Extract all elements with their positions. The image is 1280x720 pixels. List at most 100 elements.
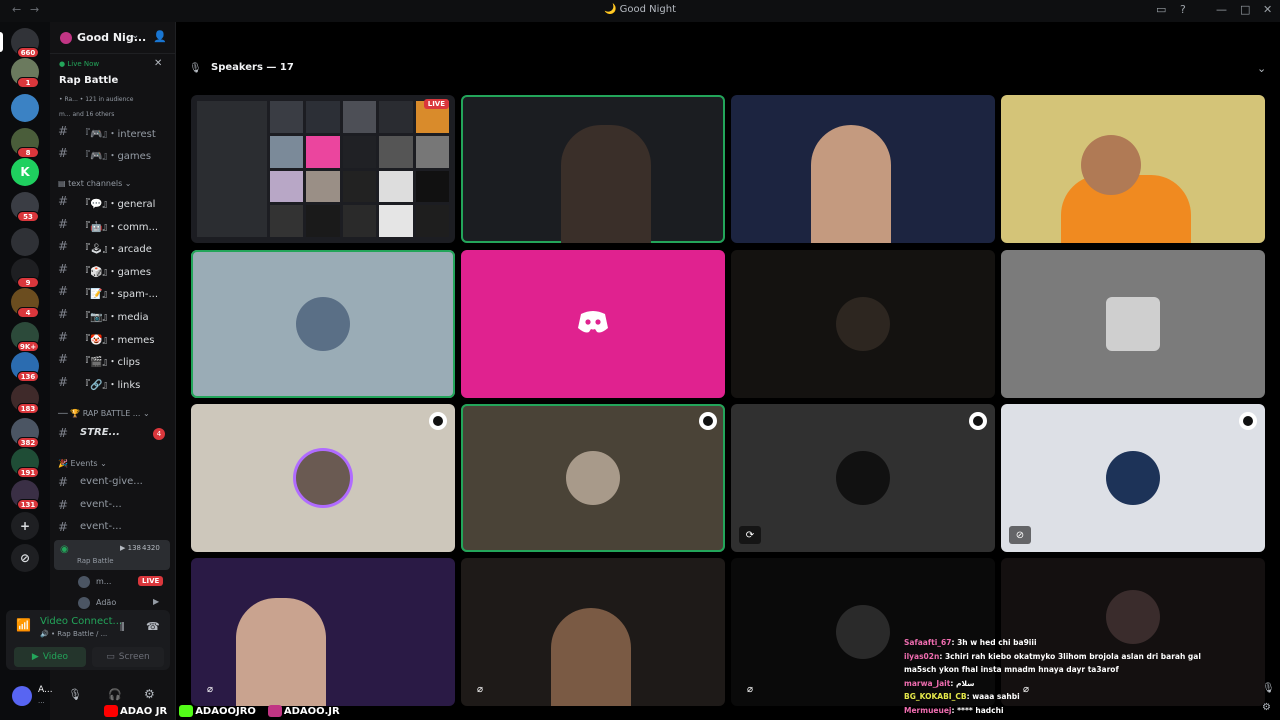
hash-icon: # (58, 520, 69, 534)
instagram-handle: ADAOO.JR (267, 703, 340, 719)
chat-message: BG_KOKABI_CB: waaa sahbi (904, 690, 1204, 704)
discover-icon[interactable]: ⊘ (11, 544, 39, 572)
text-channel[interactable]: # 『🔗』・links (58, 374, 172, 392)
stage-view: 🎙 Speakers — 17 ⌄ LIVE ⟳ ⊘ ⌀ ⌀ ⌀ ⌀ 🎙 ⚙ (176, 22, 1280, 720)
voice-connection-panel: 📶 Video Connect... 🔊 • Rap Battle / ... … (6, 610, 170, 670)
stage-speakers-info: m... and 16 others (59, 111, 115, 118)
hash-icon: # (58, 374, 69, 389)
screen-share-button[interactable]: ▭ Screen (92, 647, 164, 667)
inbox-icon[interactable]: ▭ (1156, 3, 1166, 16)
settings-gear-icon[interactable]: ⚙ (1262, 702, 1271, 713)
disconnect-icon[interactable]: ☎ (146, 620, 160, 633)
connection-channel: 🔊 • Rap Battle / ... (40, 630, 108, 638)
text-channel[interactable]: # 『🎲』・games (58, 261, 172, 279)
guild-header[interactable]: Good Nig... ⌄ 👤 (50, 22, 176, 54)
text-channel[interactable]: # 『💬』・general (58, 193, 172, 211)
speaker-tile-avatar[interactable]: ⊘ (1001, 404, 1265, 552)
category-events[interactable]: 🎉 Events ⌄ (58, 459, 107, 468)
avatar (836, 451, 890, 505)
channel-name: 『🤖』・comm... (80, 221, 159, 233)
chevron-down-icon[interactable]: ⌄ (1257, 62, 1266, 75)
channel-name: event-give... (80, 476, 143, 487)
noise-suppression-icon[interactable]: ⫼ (120, 622, 125, 633)
speakers-header: Speakers — 17 (211, 62, 294, 73)
stage-title[interactable]: Rap Battle (59, 75, 118, 86)
help-icon[interactable]: ? (1180, 3, 1186, 16)
speaker-tile-video[interactable] (731, 95, 995, 243)
chat-username: Mermueuej (904, 705, 952, 715)
screenshare-preview (197, 101, 449, 237)
channel-name: 『💬』・general (80, 199, 156, 210)
speaker-tile-avatar[interactable] (191, 404, 455, 552)
participant-video (811, 125, 891, 243)
event-channel[interactable]: # event-... (58, 519, 172, 537)
server-icon[interactable]: K (11, 158, 39, 186)
screen-icon: ▭ (106, 652, 115, 662)
add-server-icon[interactable]: + (11, 512, 39, 540)
avatar (836, 605, 890, 659)
text-channel[interactable]: # 『🤡』・memes (58, 329, 172, 347)
hash-icon: # (58, 146, 69, 160)
guild-icon (60, 32, 72, 44)
speaker-tile-avatar[interactable] (461, 250, 725, 398)
speaker-tile-avatar[interactable]: ⟳ (731, 404, 995, 552)
speaker-tile-avatar[interactable] (731, 250, 995, 398)
server-icon[interactable] (11, 94, 39, 122)
category-text-channels[interactable]: ▤ text channels ⌄ (58, 179, 132, 188)
category-rap-battle[interactable]: ── 🏆 RAP BATTLE ... ⌄ (58, 409, 150, 418)
text-channel[interactable]: # 『🎬』・clips (58, 351, 172, 369)
event-channel[interactable]: # event-give... (58, 474, 172, 492)
speaker-tile-avatar[interactable] (1001, 250, 1265, 398)
server-icon: 🌙 (603, 4, 620, 15)
avatar[interactable] (12, 686, 32, 706)
text-channel[interactable]: # 『📷』・media (58, 306, 172, 324)
text-channel[interactable]: # 『🤖』・comm... (58, 216, 172, 234)
hash-icon: # (58, 426, 69, 440)
channel-interest[interactable]: # 『🎮』・interest (58, 123, 172, 141)
invite-people-icon[interactable]: 👤 (153, 30, 167, 43)
notification-badge: 4 (17, 307, 39, 318)
connection-status[interactable]: Video Connect... (40, 616, 122, 627)
microphone-icon[interactable]: 🎙 (68, 688, 82, 701)
close-window-icon[interactable]: ✕ (1263, 3, 1272, 16)
chat-username: Safaafti_67 (904, 638, 952, 647)
channel-games-top[interactable]: # 『🎮』・games (58, 145, 172, 163)
participant-video (551, 608, 631, 706)
server-icon[interactable] (11, 228, 39, 256)
hash-icon: # (58, 475, 69, 489)
speaker-tile-video[interactable] (1001, 95, 1265, 243)
window-title: 🌙 Good Night (603, 4, 677, 15)
chat-username: ilyas02n (904, 651, 940, 661)
microphone-icon[interactable]: 🎙 (1262, 683, 1275, 694)
text-channel[interactable]: # 『🕹』・arcade (58, 238, 172, 256)
speaker-tile-avatar[interactable] (461, 404, 725, 552)
stage-audience-info: • Ra... • 121 in audience (59, 96, 134, 103)
maximize-icon[interactable]: □ (1240, 3, 1250, 16)
chevron-down-icon[interactable]: ⌄ (131, 30, 139, 41)
speaker-tile-avatar[interactable] (191, 250, 455, 398)
video-off-icon: ⊘ (1009, 526, 1031, 544)
screenshare-tile[interactable]: LIVE (191, 95, 455, 243)
participant-video (236, 598, 326, 706)
notification-badge: 382 (17, 437, 39, 448)
settings-gear-icon[interactable]: ⚙ (144, 687, 155, 701)
notification-badge: 9 (17, 277, 39, 288)
youtube-handle: ADAO JR (104, 703, 167, 719)
minimize-icon[interactable]: — (1216, 3, 1227, 16)
close-icon[interactable]: ✕ (154, 58, 162, 69)
voice-participant[interactable]: m... LIVE (78, 575, 168, 591)
moderator-shield-icon (429, 412, 447, 430)
chat-text: : **** hadchi (951, 705, 1004, 715)
event-channel[interactable]: # event-... (58, 497, 172, 515)
social-handles: ADAO JR ADAOOJRO ADAOO.JR (104, 703, 340, 719)
hash-icon: # (58, 284, 69, 299)
microphone-icon: 🎙 (189, 63, 202, 74)
speaker-tile-video[interactable] (461, 95, 725, 243)
voice-stage-channel[interactable]: ◉ ▶ 138 4320 Rap Battle (54, 540, 170, 570)
headphones-icon[interactable]: 🎧 (108, 688, 122, 701)
video-button[interactable]: ▶ Video (14, 647, 86, 667)
speaker-tile-video[interactable]: ⌀ (191, 558, 455, 706)
text-channel[interactable]: # 『📝』・spam-... (58, 283, 172, 301)
participant-name: m... (96, 577, 112, 586)
speaker-tile-video[interactable]: ⌀ (461, 558, 725, 706)
